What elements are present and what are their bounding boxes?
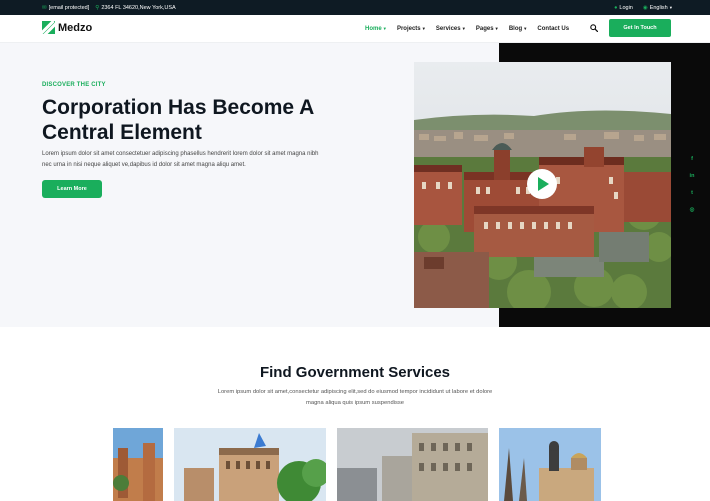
main-navbar: Medzo Home ▾ Projects ▾ Services ▾ Pages ▾ B… (0, 15, 710, 43)
logo-mark-icon (42, 21, 55, 34)
service-card-image[interactable] (499, 428, 601, 501)
top-bar: ✉ [email protected] ⚲ 2364 FL 34620,New … (0, 0, 710, 15)
chevron-down-icon: ▾ (422, 26, 425, 31)
nav-item-blog[interactable]: Blog ▾ (509, 26, 527, 32)
chevron-down-icon: ▾ (524, 26, 527, 31)
nav-item-label: Services (435, 26, 461, 32)
login-label: Login (619, 4, 633, 11)
language-label: English (649, 4, 668, 11)
chevron-down-icon: ▾ (462, 26, 465, 31)
get-in-touch-button[interactable]: Get In Touch (609, 19, 671, 37)
services-title: Find Government Services (259, 364, 451, 381)
nav-item-pages[interactable]: Pages ▾ (476, 26, 498, 32)
globe-icon: ◉ (642, 4, 648, 11)
social-links: f in t ◎ (688, 155, 696, 214)
nav-item-label: Projects (396, 26, 421, 32)
logo-text: Medzo (58, 21, 93, 34)
services-description: Lorem ipsum dolor sit amet,consectetur a… (217, 389, 493, 406)
play-icon (538, 177, 549, 191)
facebook-icon[interactable]: f (688, 155, 696, 163)
user-icon: ● (614, 4, 618, 11)
nav-item-services[interactable]: Services ▾ (436, 26, 465, 32)
nav-item-home[interactable]: Home ▾ (365, 26, 386, 32)
login-link[interactable]: ● Login (614, 5, 633, 11)
hero-eyebrow: DISCOVER THE CITY (42, 82, 106, 88)
learn-more-button[interactable]: Learn More (42, 180, 102, 198)
hero-title: Corporation Has Become A Central Element (42, 96, 314, 144)
nav-item-label: Blog (508, 26, 523, 32)
chevron-down-icon: ▾ (669, 4, 672, 10)
instagram-icon[interactable]: ◎ (688, 206, 696, 214)
search-icon[interactable] (590, 24, 598, 32)
logo[interactable]: Medzo (42, 21, 92, 34)
chevron-down-icon: ▾ (495, 26, 498, 31)
service-card-image[interactable] (174, 428, 326, 501)
nav-item-label: Pages (475, 26, 494, 32)
nav-item-contact[interactable]: Contact Us (537, 26, 569, 32)
nav-item-projects[interactable]: Projects ▾ (397, 26, 425, 32)
hero-description: Lorem ipsum dolor sit amet consectetuer … (42, 151, 319, 168)
email-text[interactable]: [email protected] (49, 5, 90, 11)
address-info: ⚲ 2364 FL 34620,New York,USA (95, 5, 175, 11)
email-info[interactable]: ✉ [email protected] (42, 5, 89, 11)
chevron-down-icon: ▾ (383, 26, 386, 31)
nav-item-label: Home (365, 26, 382, 32)
linkedin-icon[interactable]: in (688, 172, 696, 180)
envelope-icon: ✉ (42, 4, 47, 11)
language-selector[interactable]: ◉ English ▾ (643, 5, 672, 11)
nav-item-label: Contact Us (537, 26, 570, 32)
service-card-image[interactable] (113, 428, 163, 501)
address-text: 2364 FL 34620,New York,USA (101, 4, 176, 11)
nav-menu: Home ▾ Projects ▾ Services ▾ Pages ▾ Blog ▾ C… (365, 15, 569, 43)
service-card-image[interactable] (337, 428, 488, 501)
map-pin-icon: ⚲ (95, 4, 100, 11)
twitter-icon[interactable]: t (688, 189, 696, 197)
play-video-button[interactable] (527, 169, 557, 199)
